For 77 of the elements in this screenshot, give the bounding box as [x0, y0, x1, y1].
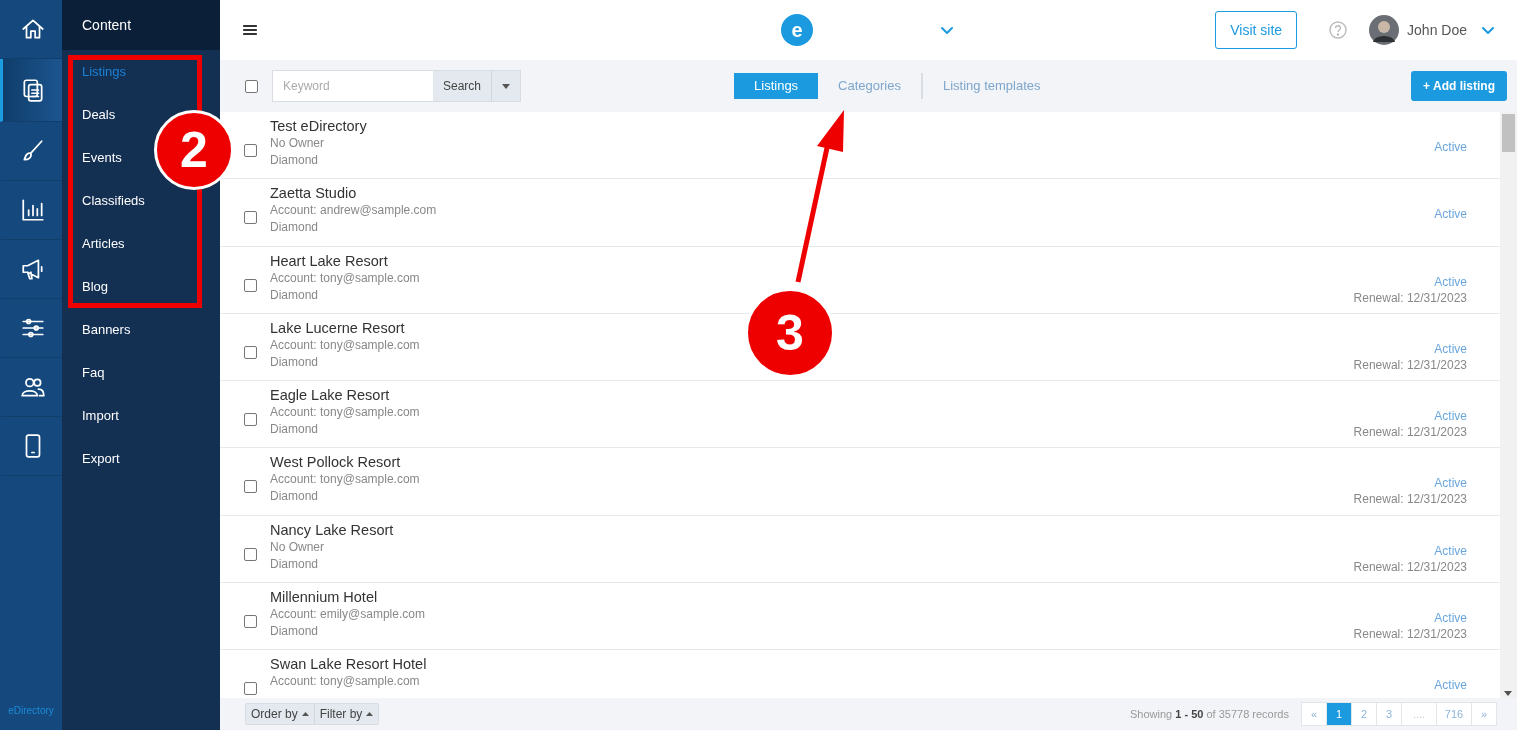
level-text: Diamond: [270, 623, 319, 641]
submenu-title: Content: [62, 0, 220, 50]
brand-text: eDirectory: [7, 705, 55, 716]
owner-text: Account: tony@sample.com: [270, 471, 420, 489]
row-checkbox[interactable]: [244, 615, 257, 629]
listing-title[interactable]: West Pollock Resort: [270, 453, 401, 472]
select-all-checkbox[interactable]: [245, 79, 258, 93]
listing-title[interactable]: Test eDirectory: [270, 117, 367, 135]
submenu-item[interactable]: Classifieds: [82, 179, 145, 222]
logo: e: [781, 14, 813, 46]
row-checkbox[interactable]: [244, 211, 257, 225]
records-summary: Showing 1 - 50 of 35778 records: [1129, 708, 1289, 720]
scrollbar[interactable]: [1500, 112, 1517, 698]
megaphone-icon: [19, 256, 46, 282]
level-text: Diamond: [270, 353, 319, 371]
caret-up-icon: [366, 712, 374, 716]
owner-text: Account: tony@sample.com: [270, 336, 420, 354]
row-checkbox[interactable]: [244, 144, 257, 157]
chevron-down-icon: [940, 25, 954, 35]
status-text: Active: [1433, 542, 1467, 559]
menu-icon: [243, 24, 257, 36]
status-text: Active: [1433, 408, 1467, 425]
listing-title[interactable]: Millennium Hotel: [270, 588, 378, 607]
renewal-text: Renewal: 12/31/2023: [1353, 424, 1467, 441]
submenu-item[interactable]: Faq: [82, 351, 105, 394]
status-text: Active: [1433, 340, 1467, 357]
row-checkbox[interactable]: [244, 480, 257, 494]
row-checkbox[interactable]: [244, 682, 257, 696]
renewal-text: Renewal: 12/31/2023: [1353, 558, 1467, 575]
caret-up-icon: [301, 712, 309, 716]
listing-title[interactable]: Lake Lucerne Resort: [270, 318, 405, 337]
renewal-text: Renewal: 12/31/2023: [1353, 491, 1467, 508]
listing-title[interactable]: Zaetta Studio: [270, 184, 357, 203]
row-checkbox[interactable]: [244, 547, 257, 561]
owner-text: Account: emily@sample.com: [270, 606, 425, 624]
owner-text: Account: tony@sample.com: [270, 269, 420, 287]
listing-title[interactable]: Swan Lake Resort Hotel: [270, 655, 427, 674]
owner-text: No Owner: [270, 538, 325, 556]
status-text: Active: [1434, 677, 1467, 694]
owner-text: Account: tony@sample.com: [270, 673, 420, 691]
submenu-item[interactable]: Export: [82, 437, 120, 480]
level-text: Diamond: [270, 555, 319, 573]
chevron-down-icon: [1481, 25, 1495, 35]
status-text: Active: [1433, 610, 1467, 627]
level-text: Diamond: [270, 219, 319, 237]
submenu-item[interactable]: Articles: [82, 222, 125, 265]
submenu-item[interactable]: Import: [82, 394, 119, 437]
level-text: Diamond: [270, 421, 319, 439]
submenu-item[interactable]: Blog: [82, 265, 109, 308]
row-checkbox[interactable]: [244, 413, 257, 427]
step-number: 3: [745, 288, 835, 378]
user-name[interactable]: John Doe: [1407, 22, 1467, 38]
listing-title[interactable]: Nancy Lake Resort: [270, 520, 394, 539]
level-text: Diamond: [270, 286, 319, 304]
owner-text: Account: andrew@sample.com: [270, 202, 437, 220]
submenu-item[interactable]: Banners: [82, 308, 131, 351]
owner-text: Account: tony@sample.com: [270, 404, 420, 422]
status-text: Active: [1434, 206, 1467, 223]
order-by-button[interactable]: Order by: [246, 704, 314, 724]
renewal-text: Renewal: 12/31/2023: [1353, 356, 1467, 373]
status-text: Active: [1433, 273, 1467, 290]
filter-by-button[interactable]: Filter by: [313, 704, 379, 724]
listing-title[interactable]: Eagle Lake Resort: [270, 386, 390, 405]
listing-title[interactable]: Heart Lake Resort: [270, 251, 388, 270]
renewal-text: Renewal: 12/31/2023: [1353, 626, 1467, 643]
renewal-text: Renewal: 12/31/2023: [1353, 289, 1467, 306]
submenu-item[interactable]: Events: [82, 136, 122, 179]
status-text: Active: [1434, 139, 1467, 155]
row-checkbox[interactable]: [244, 278, 257, 292]
row-checkbox[interactable]: [244, 345, 257, 359]
level-text: Diamond: [270, 488, 319, 506]
level-text: Diamond: [270, 152, 319, 169]
submenu-item[interactable]: Deals: [82, 93, 116, 136]
status-text: Active: [1433, 475, 1467, 492]
owner-text: No Owner: [270, 135, 325, 152]
bar-chart-icon: [19, 197, 46, 223]
avatar[interactable]: [1369, 15, 1400, 45]
